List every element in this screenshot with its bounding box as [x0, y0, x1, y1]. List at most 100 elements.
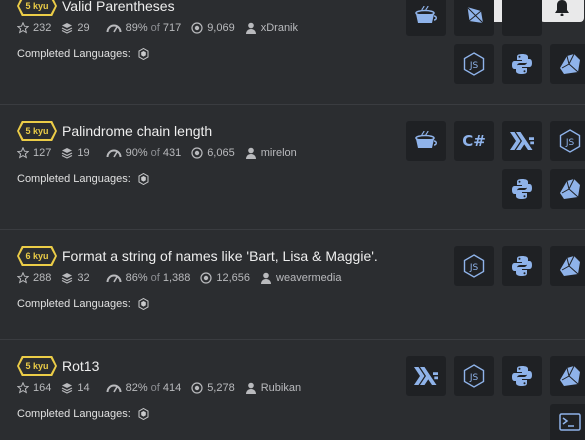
- language-javascript-button[interactable]: JS: [454, 44, 494, 84]
- completed-languages-label: Completed Languages:: [17, 48, 131, 60]
- kata-title[interactable]: Palindrome chain length: [62, 123, 212, 139]
- completed-languages: Completed Languages:: [17, 298, 149, 310]
- terminal-icon: [559, 413, 581, 431]
- coffeescript-icon: [415, 131, 437, 148]
- divider: [0, 104, 585, 105]
- svg-text:JS: JS: [469, 263, 479, 273]
- rank-badge: 5 kyu: [17, 0, 57, 16]
- of-label: of: [150, 272, 160, 284]
- python-icon: [512, 179, 532, 199]
- collections-icon: [62, 273, 73, 284]
- language-javascript-button[interactable]: JS: [454, 246, 494, 286]
- satisfaction-pct: 82%: [125, 382, 148, 394]
- star-icon: [17, 382, 29, 394]
- divider: [0, 229, 585, 230]
- haskell-icon: [510, 132, 534, 150]
- stars-count: 127: [33, 147, 52, 159]
- collections-icon: [62, 148, 73, 159]
- gauge-icon: [106, 274, 122, 283]
- kata-title[interactable]: Rot13: [62, 358, 99, 374]
- collections-count: 29: [77, 22, 90, 34]
- satisfaction-pct: 86%: [125, 272, 148, 284]
- language-shell-button[interactable]: [550, 404, 585, 440]
- completed-icon: [191, 22, 203, 34]
- python-icon: [512, 366, 532, 386]
- haskell-icon: [414, 367, 438, 385]
- user-icon: [245, 147, 256, 159]
- language-python-button[interactable]: [502, 356, 542, 396]
- votes-count: 1,388: [162, 272, 191, 284]
- author-link[interactable]: Rubikan: [261, 382, 301, 394]
- shield-icon: [138, 173, 149, 185]
- gauge-icon: [106, 149, 122, 158]
- stars-count: 288: [33, 272, 52, 284]
- divider: [0, 339, 585, 340]
- completed-languages-label: Completed Languages:: [17, 408, 131, 420]
- language-javascript-button[interactable]: JS: [454, 356, 494, 396]
- completed-count: 9,069: [207, 22, 235, 34]
- user-icon: [261, 272, 272, 284]
- language-crystal-button[interactable]: [454, 0, 494, 36]
- kata-stats: 127 19 90% of 431 6,065 mirelon: [17, 147, 297, 159]
- stars-count: 232: [33, 22, 52, 34]
- language-ruby-button[interactable]: [550, 169, 585, 209]
- language-ruby-button[interactable]: [550, 246, 585, 286]
- author-link[interactable]: weavermedia: [276, 272, 341, 284]
- shield-icon: [138, 48, 149, 60]
- votes-count: 414: [162, 382, 182, 394]
- kata-stats: 232 29 89% of 717 9,069 xDranik: [17, 22, 298, 34]
- kata-stats: 164 14 82% of 414 5,278 Rubikan: [17, 382, 301, 394]
- shield-icon: [138, 408, 149, 420]
- kata-title[interactable]: Valid Parentheses: [62, 0, 175, 14]
- python-icon: [512, 54, 532, 74]
- ruby-icon: [560, 255, 580, 276]
- collections-count: 14: [77, 382, 90, 394]
- stars-count: 164: [33, 382, 52, 394]
- rank-badge: 5 kyu: [17, 121, 57, 141]
- star-icon: [17, 22, 29, 34]
- completed-languages: Completed Languages:: [17, 408, 149, 420]
- language-haskell-button[interactable]: [406, 356, 446, 396]
- star-icon: [17, 272, 29, 284]
- kata-title[interactable]: Format a string of names like 'Bart, Lis…: [62, 248, 378, 264]
- javascript-icon: JS: [559, 129, 581, 153]
- collections-icon: [62, 23, 73, 34]
- star-icon: [17, 147, 29, 159]
- collections-count: 32: [77, 272, 90, 284]
- javascript-icon: JS: [463, 254, 485, 278]
- ruby-icon: [560, 53, 580, 74]
- author-link[interactable]: xDranik: [261, 22, 298, 34]
- notifications-button[interactable]: [540, 0, 584, 22]
- language-csharp-button[interactable]: C#: [454, 121, 494, 161]
- language-python-button[interactable]: [502, 246, 542, 286]
- language-haskell-button[interactable]: [502, 121, 542, 161]
- collections-icon: [62, 383, 73, 394]
- author-link[interactable]: mirelon: [261, 147, 297, 159]
- language-ruby-button[interactable]: [550, 44, 585, 84]
- of-label: of: [150, 147, 160, 159]
- coffeescript-icon: [415, 6, 437, 23]
- completed-languages-label: Completed Languages:: [17, 298, 131, 310]
- language-python-button[interactable]: [502, 44, 542, 84]
- completed-languages-label: Completed Languages:: [17, 173, 131, 185]
- votes-count: 717: [162, 22, 182, 34]
- javascript-icon: JS: [463, 364, 485, 388]
- user-icon: [245, 22, 256, 34]
- completed-languages: Completed Languages:: [17, 48, 149, 60]
- language-coffeescript-button[interactable]: [406, 0, 446, 36]
- language-coffeescript-button[interactable]: [406, 121, 446, 161]
- ruby-icon: [560, 178, 580, 199]
- gauge-icon: [106, 384, 122, 393]
- ruby-icon: [560, 365, 580, 386]
- gauge-icon: [106, 24, 122, 33]
- svg-text:JS: JS: [469, 61, 479, 71]
- language-button-partial[interactable]: [502, 0, 542, 36]
- svg-text:JS: JS: [469, 373, 479, 383]
- kata-stats: 288 32 86% of 1,388 12,656 weavermedia: [17, 272, 341, 284]
- language-javascript-button[interactable]: JS: [550, 121, 585, 161]
- python-icon: [512, 256, 532, 276]
- bell-icon: [555, 0, 569, 16]
- language-ruby-button[interactable]: [550, 356, 585, 396]
- completed-icon: [191, 147, 203, 159]
- language-python-button[interactable]: [502, 169, 542, 209]
